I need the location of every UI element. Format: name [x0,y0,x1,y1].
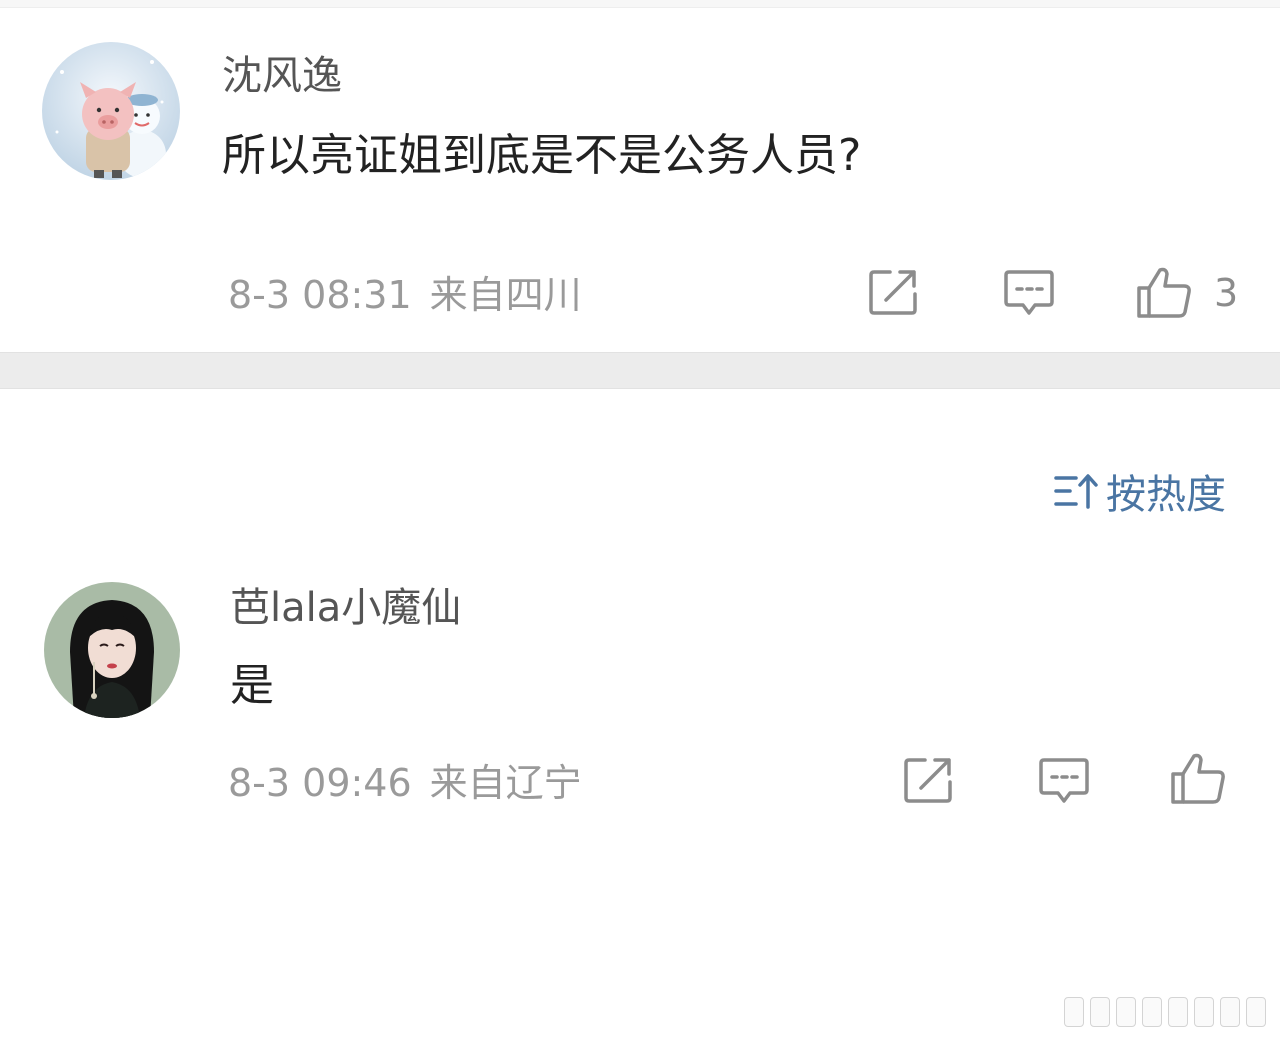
share-button[interactable] [903,756,955,804]
pig-snowman-avatar-icon [42,42,180,180]
watermark-logo [1064,997,1266,1027]
thumbs-up-icon [1137,267,1191,318]
location: 来自四川 [429,273,582,317]
avatar[interactable] [44,582,180,718]
girl-portrait-avatar-icon [44,582,180,718]
reply-button[interactable] [1038,756,1090,806]
sort-label: 按热度 [1106,472,1226,518]
comment-icon [1004,270,1054,315]
share-icon [904,758,952,803]
location: 来自辽宁 [429,761,582,805]
timestamp: 8-3 08:31 [228,273,412,317]
username[interactable]: 芭lala小魔仙 [230,588,461,628]
comment-text: 所以亮证姐到底是不是公务人员? [222,130,862,181]
avatar[interactable] [42,42,180,180]
comment-meta: 8-3 08:31 来自四川 [228,276,582,314]
comment-meta: 8-3 09:46 来自辽宁 [228,764,582,802]
comment-item-1: 沈风逸 所以亮证姐到底是不是公务人员? 8-3 08:31 来自四川 3 [0,0,1280,352]
username[interactable]: 沈风逸 [222,56,342,96]
timestamp: 8-3 09:46 [228,761,412,805]
share-icon [869,270,917,315]
like-button[interactable] [1170,752,1226,806]
sort-icon [1054,474,1098,509]
like-button[interactable]: 3 [1136,266,1238,320]
share-button[interactable] [868,268,920,316]
section-divider [0,352,1280,389]
reply-button[interactable] [1003,268,1055,318]
sort-by-hot-button[interactable]: 按热度 [1054,462,1226,520]
comment-text: 是 [230,660,274,711]
thumbs-up-icon [1171,753,1225,804]
comment-item-2: 芭lala小魔仙 是 8-3 09:46 来自辽宁 [0,560,1280,860]
like-count: 3 [1214,271,1239,315]
comment-icon [1039,758,1089,803]
